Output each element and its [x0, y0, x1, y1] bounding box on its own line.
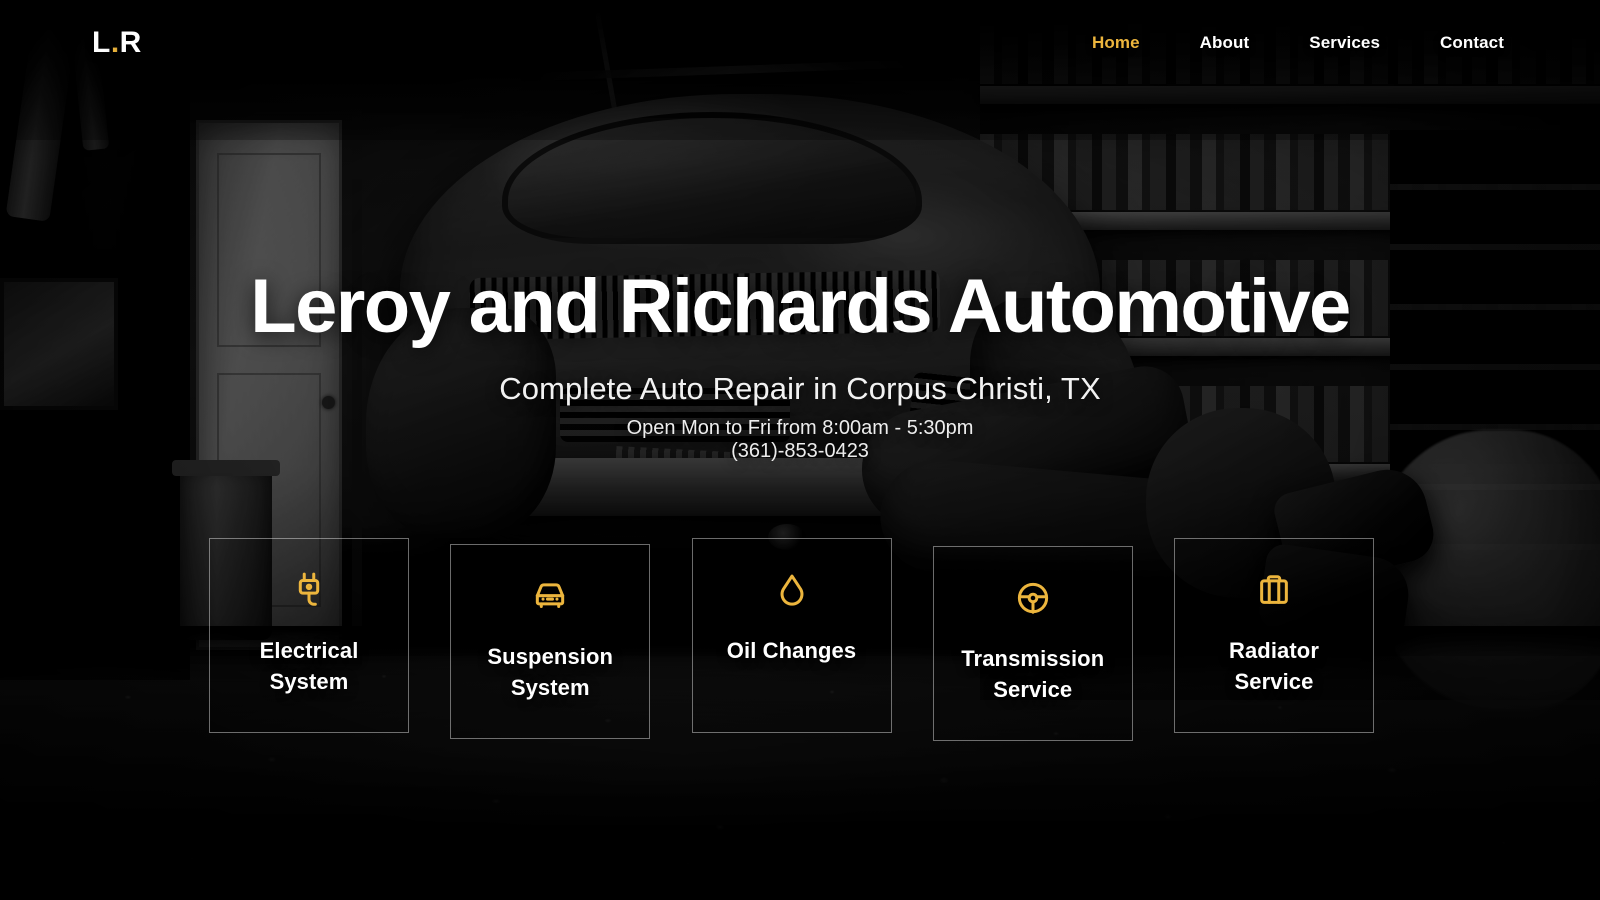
- site-logo[interactable]: L.R: [92, 28, 142, 58]
- logo-letter-2: R: [119, 26, 142, 59]
- steering-wheel-icon: [1014, 579, 1052, 617]
- site-header: L.R Home About Services Contact: [0, 0, 1600, 86]
- nav-item-about[interactable]: About: [1170, 33, 1280, 53]
- service-card-label: Electrical System: [259, 638, 359, 695]
- business-hours: Open Mon to Fri from 8:00am - 5:30pm: [626, 416, 974, 439]
- service-card-radiator-service[interactable]: Radiator Service: [1174, 538, 1374, 733]
- service-card-transmission-service[interactable]: Transmission Service: [932, 546, 1133, 741]
- nav-item-services[interactable]: Services: [1279, 33, 1410, 53]
- service-card-label: Oil Changes: [726, 638, 857, 663]
- hero-overlay-ui: L.R Home About Services Contact Leroy an…: [0, 0, 1600, 900]
- service-cards-row: Electrical System Suspension System Oil …: [209, 538, 1374, 744]
- service-card-label: Transmission Service: [961, 646, 1105, 703]
- hero-copy: Leroy and Richards Automotive Complete A…: [0, 268, 1600, 463]
- nav-item-contact[interactable]: Contact: [1410, 33, 1504, 53]
- phone-number-link[interactable]: (361)-853-0423: [731, 440, 869, 462]
- service-card-label: Suspension System: [487, 644, 614, 701]
- service-card-label: Radiator Service: [1228, 638, 1320, 695]
- car-front-icon: [531, 577, 569, 615]
- page-title: Leroy and Richards Automotive: [250, 264, 1351, 349]
- service-card-electrical-system[interactable]: Electrical System: [209, 538, 409, 733]
- service-card-oil-changes[interactable]: Oil Changes: [691, 538, 892, 733]
- oil-drop-icon: [773, 571, 811, 609]
- nav-item-home[interactable]: Home: [1062, 33, 1170, 53]
- service-card-suspension-system[interactable]: Suspension System: [450, 544, 651, 739]
- logo-dot: .: [110, 26, 120, 59]
- logo-letter-1: L: [92, 26, 111, 59]
- hero-section: L.R Home About Services Contact Leroy an…: [0, 0, 1600, 900]
- hero-subtitle: Complete Auto Repair in Corpus Christi, …: [499, 370, 1101, 406]
- plug-icon: [290, 571, 328, 609]
- main-navigation: Home About Services Contact: [1062, 33, 1504, 53]
- radiator-icon: [1255, 571, 1293, 609]
